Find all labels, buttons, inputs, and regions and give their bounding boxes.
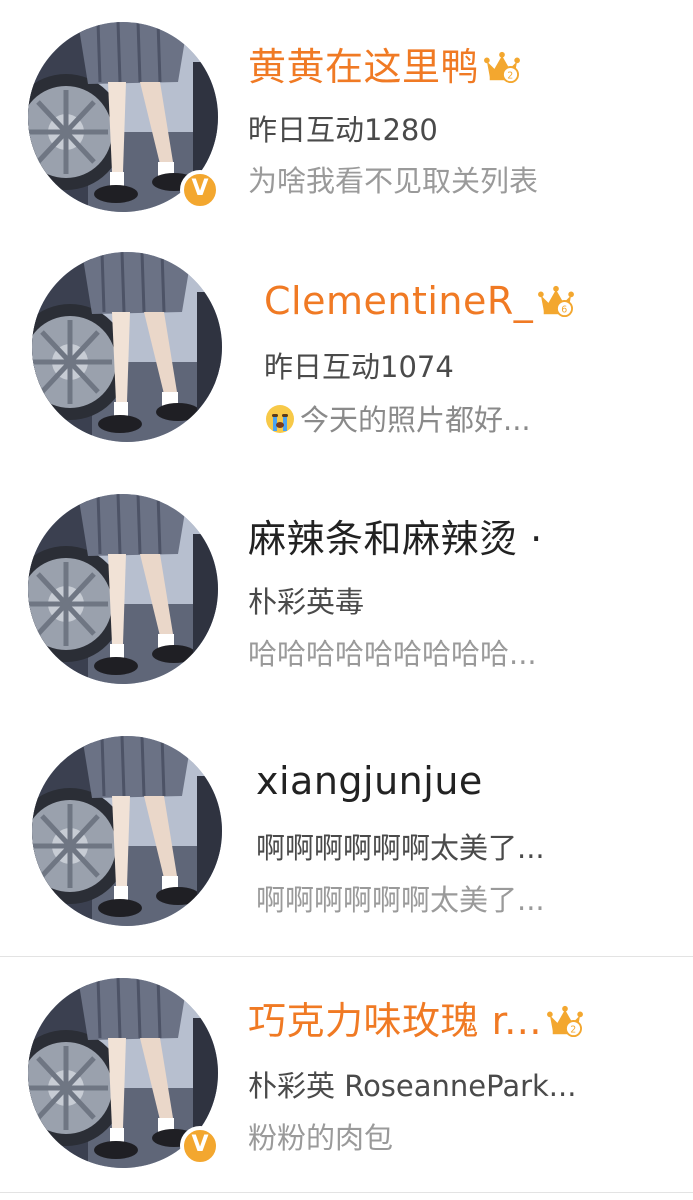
divider [0, 956, 693, 957]
user-description: 粉粉的肉包 [248, 1121, 394, 1155]
avatar[interactable] [32, 736, 222, 926]
interaction-count: 昨日互动1074 [264, 350, 454, 384]
list-item[interactable]: ClementineR_ 6 昨日互动1074 今天的照片都好... [0, 236, 693, 472]
username[interactable]: 黄黄在这里鸭 2 [248, 44, 521, 90]
avatar-image [32, 736, 222, 926]
username[interactable]: ClementineR_ 6 [264, 278, 575, 324]
crying-face-icon [266, 405, 294, 433]
vip-crown-icon: 6 [537, 284, 575, 318]
list-item[interactable]: 麻辣条和麻辣烫 · 朴彩英毒 哈哈哈哈哈哈哈哈哈... [0, 472, 693, 708]
avatar-image [32, 252, 222, 442]
vip-crown-icon: 2 [546, 1004, 584, 1038]
user-subtitle: 朴彩英毒 [248, 585, 365, 619]
user-subtitle: 朴彩英 RoseannePark... [248, 1069, 577, 1103]
verified-badge-icon: V [180, 170, 220, 210]
avatar[interactable] [28, 494, 218, 684]
interaction-count: 昨日互动1280 [248, 113, 438, 147]
username[interactable]: 巧克力味玫瑰 r... 2 [248, 998, 584, 1044]
avatar[interactable] [32, 252, 222, 442]
user-description: 哈哈哈哈哈哈哈哈哈... [248, 637, 537, 671]
list-item[interactable]: V 黄黄在这里鸭 2 昨日互动1280 为啥我看不见取关列表 [0, 0, 693, 236]
vip-crown-icon: 2 [483, 50, 521, 84]
verified-badge-icon: V [180, 1126, 220, 1166]
svg-text:2: 2 [570, 1024, 576, 1035]
svg-text:6: 6 [562, 304, 568, 315]
user-description: 今天的照片都好... [264, 402, 531, 438]
svg-text:2: 2 [507, 70, 513, 81]
user-description: 啊啊啊啊啊啊太美了... [256, 883, 545, 917]
user-description: 为啥我看不见取关列表 [248, 164, 539, 198]
user-subtitle: 啊啊啊啊啊啊太美了... [256, 831, 545, 865]
avatar-image [28, 494, 218, 684]
user-list: V 黄黄在这里鸭 2 昨日互动1280 为啥我看不见取关列表 Clementine… [0, 0, 693, 1200]
list-item[interactable]: V 巧克力味玫瑰 r... 2 朴彩英 RoseannePark... 粉粉的肉包 [0, 958, 693, 1194]
username[interactable]: xiangjunjue [256, 758, 483, 804]
list-item[interactable]: xiangjunjue 啊啊啊啊啊啊太美了... 啊啊啊啊啊啊太美了... [0, 708, 693, 944]
divider [0, 1192, 693, 1193]
username[interactable]: 麻辣条和麻辣烫 · [248, 516, 543, 562]
